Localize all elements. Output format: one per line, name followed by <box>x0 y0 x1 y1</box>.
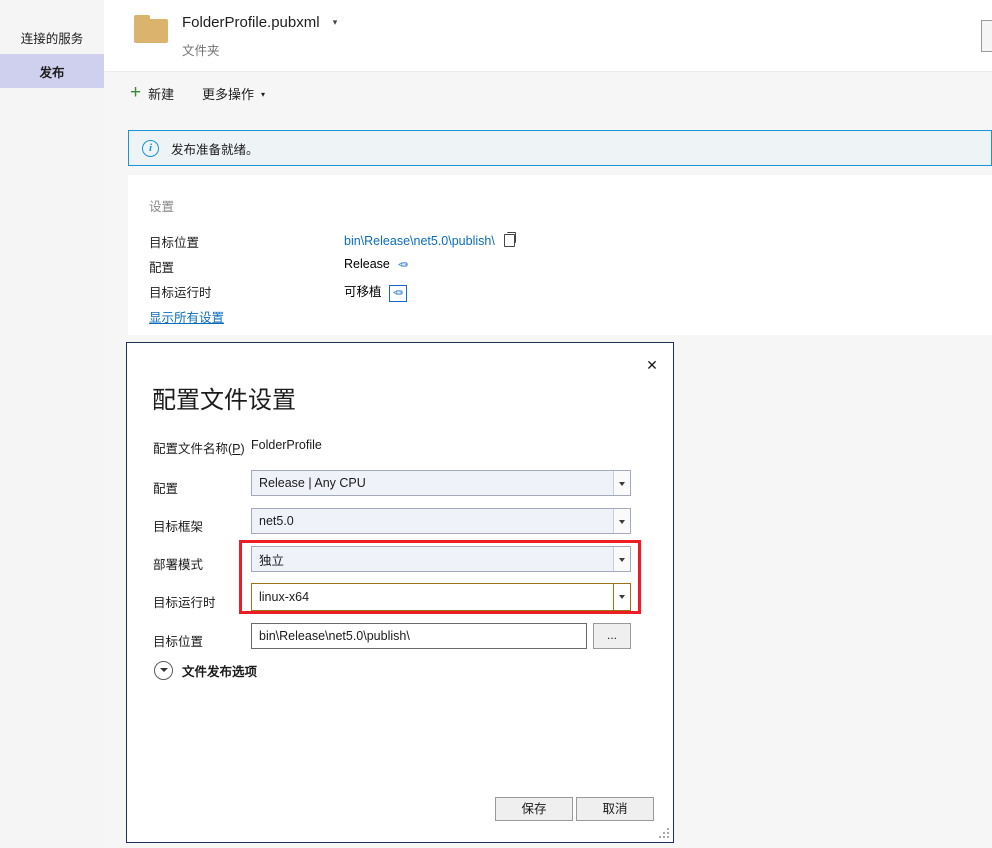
field-label-deployment-mode: 部署模式 <box>153 558 204 572</box>
profile-title-row: FolderProfile.pubxml ▾ <box>182 14 337 31</box>
profile-toolbar: + 新建 更多操作 ▾ <box>104 72 992 118</box>
setting-label-target-location: 目标位置 <box>149 236 200 250</box>
file-publish-options-label: 文件发布选项 <box>182 665 258 679</box>
deployment-mode-combobox[interactable]: 独立 <box>251 546 631 572</box>
left-sidebar: 连接的服务 发布 <box>0 0 104 848</box>
chevron-down-icon[interactable]: ▾ <box>333 17 338 28</box>
field-label-target-framework: 目标框架 <box>153 520 204 534</box>
profile-settings-dialog: ✕ 配置文件设置 配置文件名称(P) FolderProfile 配置 Rele… <box>126 342 674 843</box>
chevron-down-icon[interactable] <box>613 584 630 610</box>
chevron-down-icon[interactable] <box>613 471 630 495</box>
status-infobar: i 发布准备就绪。 <box>128 130 992 166</box>
profile-name-label: 配置文件名称(P) <box>153 438 245 457</box>
save-button[interactable]: 保存 <box>495 797 573 821</box>
plus-icon: + <box>130 81 142 103</box>
profile-name-label-text: 配置文件名称(P) <box>153 442 245 456</box>
settings-heading: 设置 <box>149 200 175 214</box>
setting-label-configuration: 配置 <box>149 261 175 275</box>
setting-value-configuration-row: Release ✏ <box>344 257 408 272</box>
file-publish-options-expander[interactable]: 文件发布选项 <box>154 661 257 680</box>
chevron-down-icon[interactable] <box>613 509 630 533</box>
more-actions-label: 更多操作 <box>202 87 255 102</box>
profile-subtitle: 文件夹 <box>182 44 220 58</box>
sidebar-item-label: 连接的服务 <box>20 31 84 46</box>
configuration-combobox[interactable]: Release | Any CPU <box>251 470 631 496</box>
field-label-target-runtime: 目标运行时 <box>153 596 216 610</box>
target-runtime-combobox-value: linux-x64 <box>259 590 310 604</box>
target-runtime-value: 可移植 <box>344 285 382 299</box>
resize-grip-icon[interactable] <box>659 828 670 839</box>
sidebar-item-publish[interactable]: 发布 <box>0 54 104 88</box>
close-icon[interactable]: ✕ <box>641 354 663 376</box>
app-root: 连接的服务 发布 FolderProfile.pubxml ▾ 文件夹 + 新建 <box>0 0 992 848</box>
profile-title: FolderProfile.pubxml <box>182 14 320 31</box>
more-actions-button[interactable]: 更多操作 ▾ <box>202 84 265 103</box>
target-location-input[interactable]: bin\Release\net5.0\publish\ <box>251 623 587 649</box>
edit-pencil-icon[interactable]: ✏ <box>388 285 407 302</box>
field-label-configuration: 配置 <box>153 482 179 496</box>
info-icon: i <box>142 139 159 157</box>
show-all-settings-link[interactable]: 显示所有设置 <box>149 307 224 326</box>
new-profile-label: 新建 <box>148 87 175 102</box>
sidebar-item-label: 发布 <box>39 65 65 80</box>
edit-pencil-icon[interactable]: ✏ <box>398 258 408 272</box>
dialog-title: 配置文件设置 <box>152 387 296 414</box>
configuration-combobox-value: Release | Any CPU <box>259 476 366 490</box>
target-location-link[interactable]: bin\Release\net5.0\publish\ <box>344 234 495 248</box>
setting-value-target-location-row: bin\Release\net5.0\publish\ <box>344 232 516 248</box>
cancel-button[interactable]: 取消 <box>576 797 654 821</box>
new-profile-button[interactable]: + 新建 <box>130 81 175 103</box>
deployment-mode-combobox-value: 独立 <box>259 553 285 568</box>
target-framework-combobox-value: net5.0 <box>259 514 294 528</box>
sidebar-item-connected-services[interactable]: 连接的服务 <box>0 20 104 54</box>
setting-value-target-runtime-row: 可移植 ✏ <box>344 281 407 302</box>
publish-button[interactable]: 发布(U) <box>981 20 992 52</box>
copy-icon[interactable] <box>503 232 516 247</box>
chevron-down-icon[interactable] <box>613 547 630 571</box>
target-framework-combobox[interactable]: net5.0 <box>251 508 631 534</box>
chevron-down-circle-icon <box>154 661 173 680</box>
field-label-target-location: 目标位置 <box>153 635 204 649</box>
profile-header: FolderProfile.pubxml ▾ 文件夹 <box>104 0 992 72</box>
browse-button[interactable]: ... <box>593 623 631 649</box>
profile-name-value: FolderProfile <box>251 438 322 452</box>
settings-card: 设置 目标位置 bin\Release\net5.0\publish\ 配置 R… <box>128 175 992 335</box>
status-message: 发布准备就绪。 <box>171 142 259 157</box>
folder-icon <box>134 15 172 45</box>
configuration-value: Release <box>344 257 390 271</box>
target-runtime-combobox[interactable]: linux-x64 <box>251 583 631 611</box>
setting-label-target-runtime: 目标运行时 <box>149 286 212 300</box>
chevron-down-icon: ▾ <box>261 90 266 99</box>
